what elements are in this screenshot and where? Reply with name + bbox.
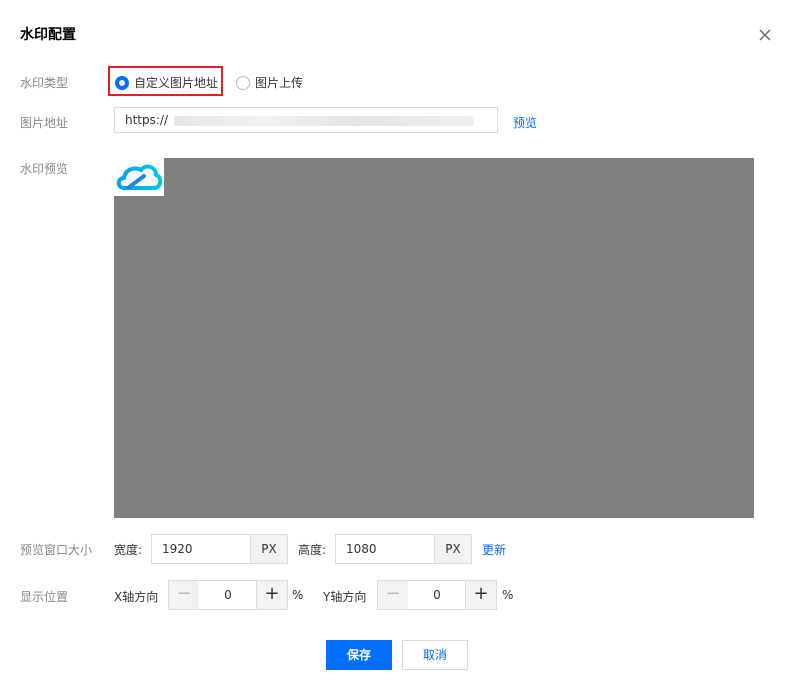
watermark-type-label: 水印类型 [20, 76, 69, 90]
height-unit: PX [434, 534, 472, 564]
x-value-input[interactable]: 0 [199, 580, 257, 610]
redacted-url [174, 115, 475, 126]
radio-checked-icon [115, 75, 129, 90]
watermark-preview-area [114, 158, 754, 518]
x-axis-label: X轴方向 [114, 590, 159, 604]
minus-icon: − [385, 583, 401, 604]
radio-upload-label: 图片上传 [255, 76, 304, 90]
width-label: 宽度: [114, 543, 143, 557]
preview-window-label: 预览窗口大小 [20, 543, 93, 557]
cancel-button[interactable]: 取消 [402, 640, 468, 670]
x-unit: % [292, 588, 304, 602]
radio-custom-url-label: 自定义图片地址 [134, 76, 219, 90]
dialog-title: 水印配置 [20, 27, 76, 43]
preview-link[interactable]: 预览 [513, 114, 537, 131]
image-url-value: https:// [125, 113, 169, 127]
y-minus-button[interactable]: − [377, 580, 409, 610]
width-unit: PX [250, 534, 288, 564]
image-url-label: 图片地址 [20, 116, 69, 130]
plus-icon: + [264, 583, 280, 604]
save-button[interactable]: 保存 [326, 640, 392, 670]
radio-unchecked-icon [236, 75, 250, 90]
update-link[interactable]: 更新 [482, 541, 506, 558]
x-plus-button[interactable]: + [256, 580, 288, 610]
image-url-input[interactable]: https:// [114, 107, 498, 133]
plus-icon: + [473, 583, 489, 604]
minus-icon: − [176, 583, 192, 604]
close-icon[interactable] [754, 24, 776, 46]
radio-upload[interactable]: 图片上传 [236, 74, 303, 91]
y-axis-label: Y轴方向 [323, 590, 367, 604]
x-minus-button[interactable]: − [168, 580, 200, 610]
y-value-input[interactable]: 0 [408, 580, 466, 610]
width-input[interactable]: 1920 [151, 534, 251, 564]
y-plus-button[interactable]: + [465, 580, 497, 610]
y-unit: % [502, 588, 514, 602]
height-input[interactable]: 1080 [335, 534, 435, 564]
position-label: 显示位置 [20, 590, 69, 604]
radio-custom-url[interactable]: 自定义图片地址 [115, 74, 218, 91]
watermark-preview-label: 水印预览 [20, 162, 69, 176]
height-label: 高度: [298, 543, 327, 557]
cloud-logo-icon [114, 158, 164, 196]
